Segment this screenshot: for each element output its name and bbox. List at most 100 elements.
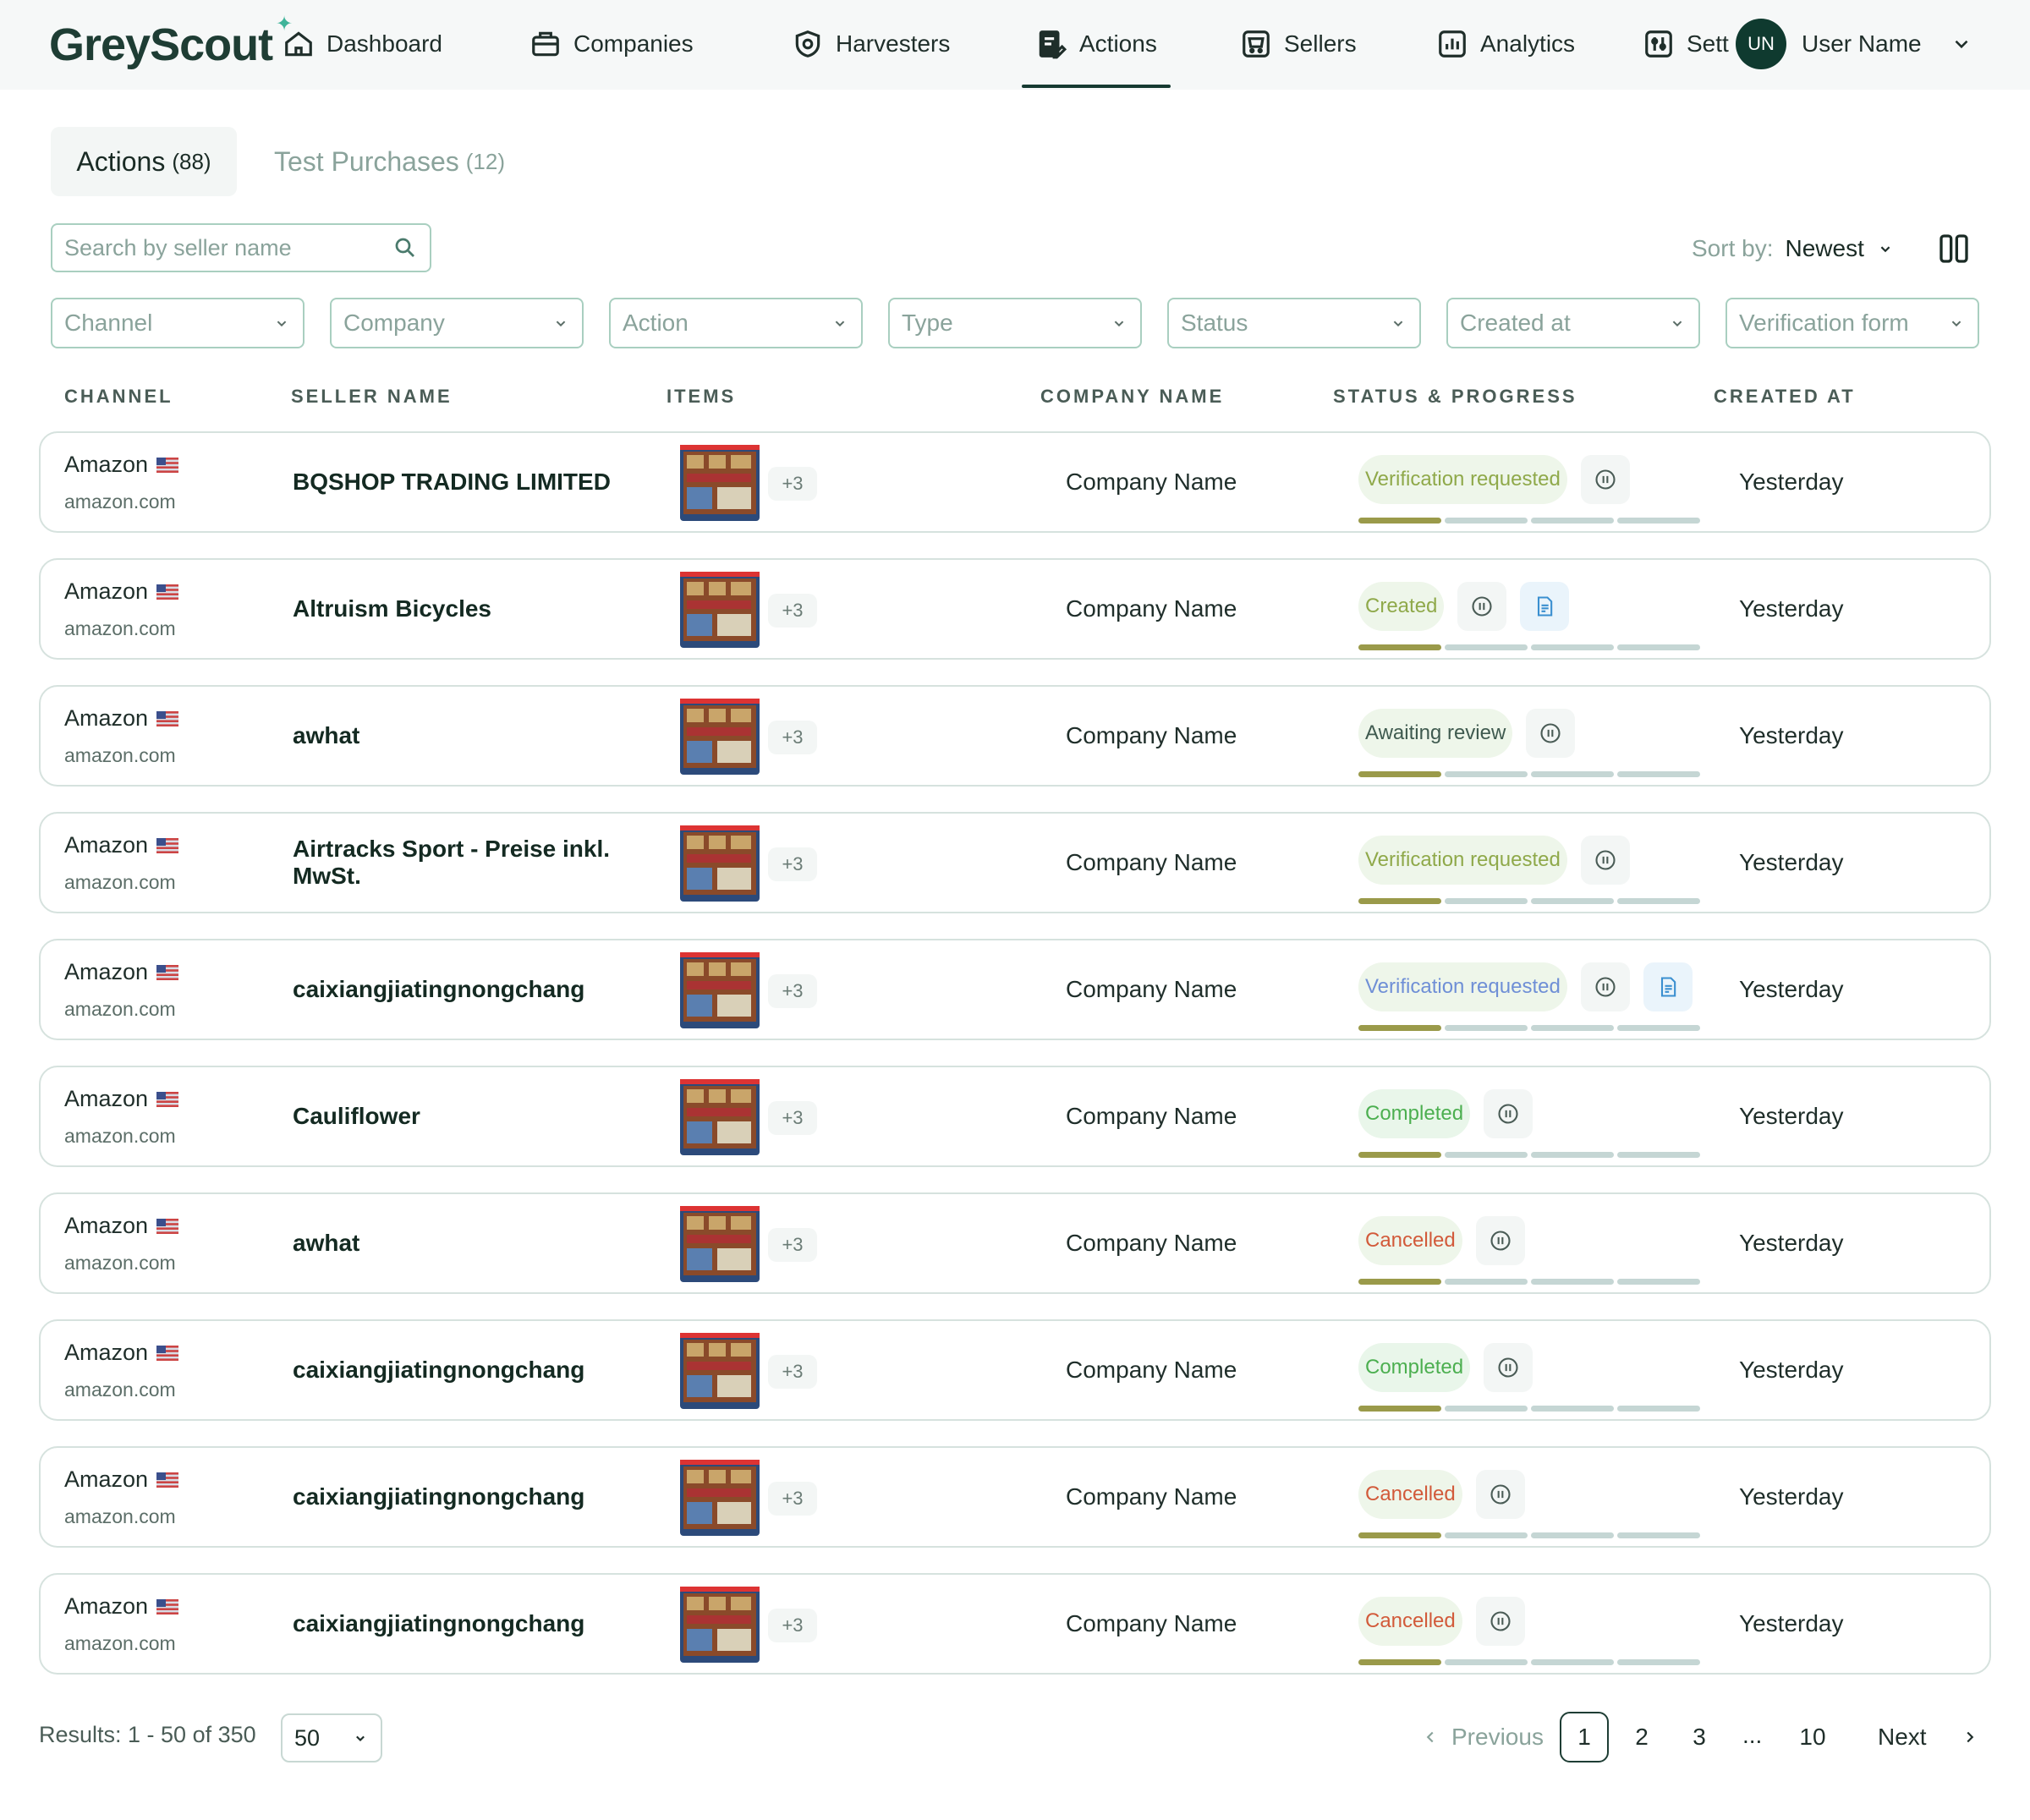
more-items-badge[interactable]: +3 — [768, 1355, 817, 1389]
tab-label: Actions — [76, 145, 166, 177]
product-thumbnail — [680, 1587, 760, 1663]
filter-action[interactable]: Action — [609, 298, 863, 348]
progress-bar — [1358, 1532, 1700, 1538]
progress-bar — [1358, 898, 1700, 904]
progress-bar — [1358, 771, 1700, 777]
more-items-badge[interactable]: +3 — [768, 1101, 817, 1135]
column-header-status[interactable]: STATUS & PROGRESS — [1333, 386, 1577, 408]
nav-harvesters[interactable]: Harvesters — [792, 0, 950, 88]
more-items-badge[interactable]: +3 — [768, 847, 817, 881]
seller-name[interactable]: Altruism Bicycles — [293, 595, 648, 622]
table-row[interactable]: Amazon amazon.com awhat +3 Company Name Await… — [39, 685, 1991, 787]
seller-name[interactable]: BQSHOP TRADING LIMITED — [293, 469, 648, 496]
search-icon[interactable] — [392, 235, 418, 260]
page-button-1[interactable]: 1 — [1560, 1712, 1609, 1762]
user-menu[interactable]: UN User Name — [1736, 19, 1972, 69]
nav-analytics[interactable]: Analytics — [1436, 0, 1575, 88]
filter-company[interactable]: Company — [330, 298, 584, 348]
nav-label: Actions — [1079, 30, 1157, 57]
sort-control[interactable]: Sort by: Newest — [1692, 228, 1895, 269]
table-row[interactable]: Amazon amazon.com Airtracks Sport - Preise… — [39, 812, 1991, 913]
table-row[interactable]: Amazon amazon.com Cauliflower +3 Company Nam… — [39, 1066, 1991, 1167]
pause-button[interactable] — [1475, 1597, 1525, 1646]
verification-form-button[interactable] — [1643, 962, 1693, 1011]
nav-sellers[interactable]: Sellers — [1240, 0, 1357, 88]
column-header-channel[interactable]: CHANNEL — [64, 386, 173, 408]
status-cell: Cancelled — [1358, 1597, 1525, 1646]
more-items-badge[interactable]: +3 — [768, 1482, 817, 1516]
seller-name[interactable]: caixiangjiatingnongchang — [293, 1483, 648, 1510]
column-header-created[interactable]: CREATED AT — [1714, 386, 1856, 408]
table-row[interactable]: Amazon amazon.com caixiangjiatingnongchang… — [39, 1573, 1991, 1675]
filter-type[interactable]: Type — [888, 298, 1142, 348]
more-items-badge[interactable]: +3 — [768, 1609, 817, 1642]
pause-button[interactable] — [1475, 1216, 1525, 1265]
progress-segment — [1617, 518, 1700, 524]
seller-name[interactable]: caixiangjiatingnongchang — [293, 1610, 648, 1637]
status-cell: Created — [1358, 582, 1570, 631]
nav-label: Companies — [573, 30, 694, 57]
search-input[interactable] — [64, 234, 386, 261]
more-items-badge[interactable]: +3 — [768, 1228, 817, 1262]
status-cell: Completed — [1358, 1343, 1533, 1392]
us-flag-icon — [156, 1218, 179, 1234]
channel-domain: amazon.com — [64, 1379, 176, 1401]
pause-button[interactable] — [1580, 455, 1630, 504]
seller-name[interactable]: awhat — [293, 1230, 648, 1257]
tab-actions[interactable]: Actions (88) — [51, 127, 237, 196]
page-button-3[interactable]: 3 — [1675, 1712, 1724, 1762]
status-badge: Cancelled — [1358, 1216, 1462, 1265]
page-button-10[interactable]: 10 — [1788, 1712, 1837, 1762]
pause-button[interactable] — [1526, 709, 1576, 758]
pause-button[interactable] — [1484, 1343, 1533, 1392]
table-row[interactable]: Amazon amazon.com caixiangjiatingnongchang… — [39, 939, 1991, 1040]
seller-name[interactable]: Airtracks Sport - Preise inkl. MwSt. — [293, 836, 648, 890]
filter-status[interactable]: Status — [1167, 298, 1421, 348]
company-name: Company Name — [1066, 1103, 1237, 1129]
filter-created-at[interactable]: Created at — [1446, 298, 1700, 348]
nav-dashboard[interactable]: Dashboard — [283, 0, 442, 88]
verification-form-button[interactable] — [1520, 582, 1570, 631]
table-row[interactable]: Amazon amazon.com Altruism Bicycles +3 Compa… — [39, 558, 1991, 660]
pause-button[interactable] — [1457, 582, 1507, 631]
table-row[interactable]: Amazon amazon.com caixiangjiatingnongchang… — [39, 1319, 1991, 1421]
more-items-badge[interactable]: +3 — [768, 974, 817, 1008]
channel-cell: Amazon — [64, 1593, 179, 1620]
previous-page-button[interactable]: Previous — [1421, 1712, 1544, 1762]
nav-companies[interactable]: Companies — [529, 0, 694, 88]
next-page-button[interactable]: Next — [1878, 1712, 1979, 1762]
page-button-2[interactable]: 2 — [1617, 1712, 1666, 1762]
progress-segment — [1358, 1406, 1441, 1412]
pause-button[interactable] — [1580, 962, 1630, 1011]
column-header-items[interactable]: ITEMS — [667, 386, 736, 408]
seller-name[interactable]: caixiangjiatingnongchang — [293, 1357, 648, 1384]
created-at: Yesterday — [1739, 1357, 1844, 1383]
tab-test-purchases[interactable]: Test Purchases (12) — [274, 127, 505, 196]
filter-verification-form[interactable]: Verification form — [1726, 298, 1979, 348]
seller-name[interactable]: Cauliflower — [293, 1103, 648, 1130]
pause-button[interactable] — [1484, 1089, 1533, 1138]
column-header-company[interactable]: COMPANY NAME — [1040, 386, 1224, 408]
column-layout-icon[interactable] — [1937, 232, 1971, 266]
more-items-badge[interactable]: +3 — [768, 594, 817, 628]
more-items-badge[interactable]: +3 — [768, 721, 817, 754]
table-row[interactable]: Amazon amazon.com awhat +3 Company Name Cance… — [39, 1192, 1991, 1294]
app-logo[interactable]: GreyScout ✦ — [49, 13, 293, 71]
table-row[interactable]: Amazon amazon.com caixiangjiatingnongchang… — [39, 1446, 1991, 1548]
nav-actions[interactable]: Actions — [1022, 0, 1171, 88]
status-cell: Completed — [1358, 1089, 1533, 1138]
nav-settings[interactable]: Sett — [1643, 0, 1729, 88]
table-row[interactable]: Amazon amazon.com BQSHOP TRADING LIMITED +3… — [39, 431, 1991, 533]
seller-name[interactable]: awhat — [293, 722, 648, 749]
channel-domain: amazon.com — [64, 871, 176, 893]
pause-button[interactable] — [1580, 836, 1630, 885]
us-flag-icon — [156, 710, 179, 726]
per-page-select[interactable]: 50 — [281, 1713, 382, 1762]
pause-button[interactable] — [1475, 1470, 1525, 1519]
column-header-seller[interactable]: SELLER NAME — [291, 386, 453, 408]
seller-name[interactable]: caixiangjiatingnongchang — [293, 976, 648, 1003]
more-items-badge[interactable]: +3 — [768, 467, 817, 501]
filter-channel[interactable]: Channel — [51, 298, 304, 348]
channel-domain: amazon.com — [64, 491, 176, 513]
results-summary: Results: 1 - 50 of 350 — [39, 1722, 256, 1747]
